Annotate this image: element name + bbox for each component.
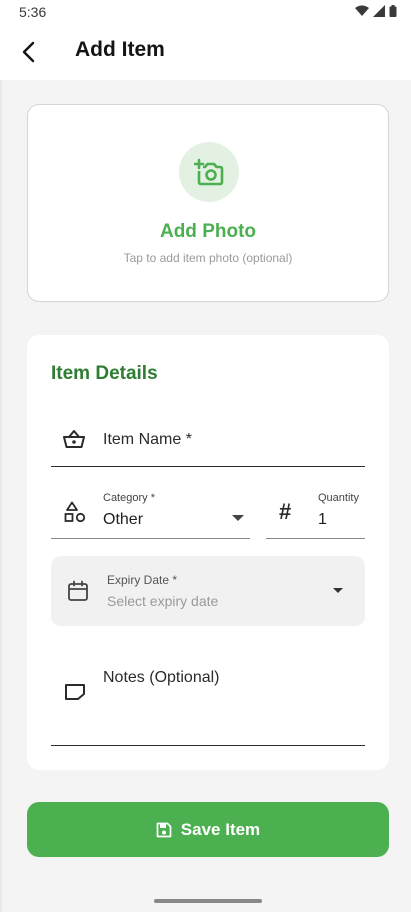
add-photo-card[interactable]: Add Photo Tap to add item photo (optiona… <box>27 104 389 302</box>
left-edge-strip <box>0 0 2 912</box>
add-photo-icon-circle <box>179 142 239 202</box>
back-arrow-icon <box>22 41 35 63</box>
note-icon <box>65 684 85 700</box>
hash-icon: # <box>279 499 292 524</box>
app-bar: Add Item <box>0 24 411 80</box>
category-dropdown[interactable]: Category * Other <box>51 485 250 539</box>
item-details-card: Item Details Item Name * Category * Othe… <box>27 335 389 770</box>
dropdown-arrow-icon <box>333 588 343 593</box>
notes-field[interactable]: Notes (Optional) <box>51 653 365 746</box>
dropdown-arrow-icon <box>232 515 244 521</box>
battery-icon <box>389 5 397 17</box>
add-camera-icon <box>194 158 224 186</box>
notes-label: Notes (Optional) <box>103 669 220 686</box>
category-shapes-icon <box>64 501 86 523</box>
signal-icon <box>373 5 385 17</box>
quantity-field[interactable]: # Quantity 1 <box>266 485 365 539</box>
section-title: Item Details <box>51 363 158 384</box>
category-label: Category * <box>103 492 155 504</box>
status-bar: 5:36 <box>0 0 411 24</box>
status-icons <box>355 5 397 17</box>
save-icon <box>156 822 172 837</box>
status-time: 5:36 <box>19 4 47 20</box>
expiry-date-label: Expiry Date * <box>107 573 178 587</box>
item-name-field[interactable]: Item Name * <box>51 415 365 467</box>
quantity-label: Quantity <box>318 492 359 504</box>
item-name-label: Item Name * <box>103 431 192 448</box>
basket-icon <box>63 430 85 448</box>
quantity-value: 1 <box>318 511 327 528</box>
expiry-date-picker[interactable]: Expiry Date * Select expiry date <box>51 556 365 626</box>
page-title: Add Item <box>75 38 165 61</box>
add-photo-title: Add Photo <box>159 221 257 242</box>
category-value: Other <box>103 511 144 528</box>
save-item-button[interactable]: Save Item <box>27 802 389 857</box>
wifi-icon <box>355 5 369 16</box>
expiry-date-placeholder: Select expiry date <box>107 593 219 609</box>
add-photo-subtitle: Tap to add item photo (optional) <box>123 251 293 265</box>
calendar-icon <box>68 580 88 601</box>
save-item-label: Save Item <box>180 819 261 839</box>
back-button[interactable] <box>8 32 48 72</box>
home-indicator[interactable] <box>154 899 262 903</box>
